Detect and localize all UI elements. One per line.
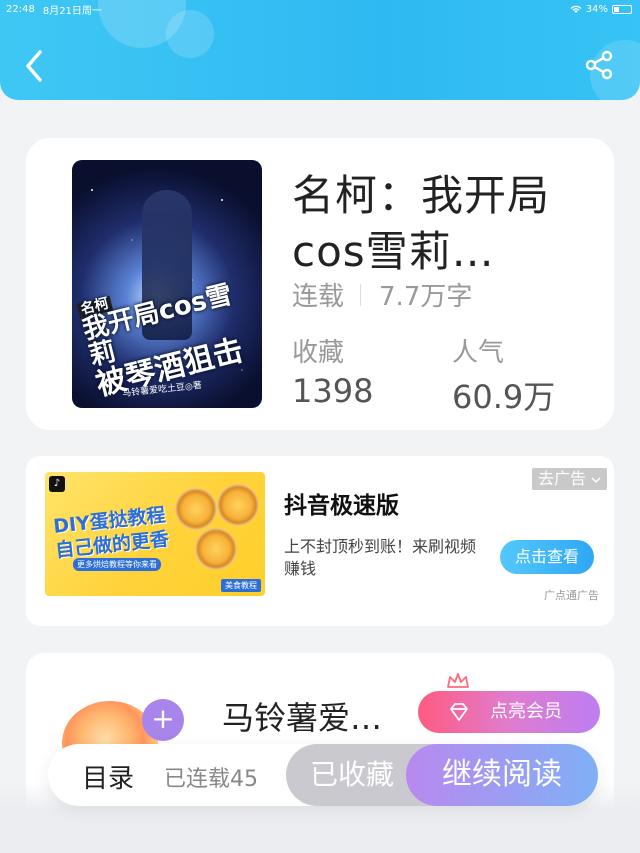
ad-title: 抖音极速版 xyxy=(284,493,399,519)
diamond-icon xyxy=(450,703,468,721)
ad-description: 上不封顶秒到账！来刷视频赚钱 xyxy=(284,537,477,578)
divider xyxy=(360,283,362,306)
back-button[interactable] xyxy=(18,46,50,86)
ad-card[interactable]: ♪ DIY蛋挞教程 自己做的更香 更多烘焙教程等你来看 美食教程 抖音极速版 上… xyxy=(26,456,614,626)
bottom-action-bar: 目录 已连载45 已收藏 继续阅读 xyxy=(48,744,598,806)
ad-view-button[interactable]: 点击查看 xyxy=(500,540,594,574)
favorites-label: 收藏 xyxy=(292,338,345,368)
ad-image-sub: 更多烘焙教程等你来看 xyxy=(73,558,161,571)
wifi-icon xyxy=(570,5,582,13)
vip-button-label: 点亮会员 xyxy=(490,701,562,722)
battery-percent: 34% xyxy=(585,3,608,15)
vip-button[interactable]: 点亮会员 xyxy=(418,691,600,733)
battery-icon xyxy=(612,4,632,14)
crown-icon xyxy=(447,673,469,688)
popularity-label: 人气 xyxy=(452,338,505,368)
chevron-left-icon xyxy=(26,50,42,82)
share-button[interactable] xyxy=(582,48,616,82)
tiktok-logo-icon: ♪ xyxy=(49,476,65,492)
remove-ad-label: 去广告 xyxy=(538,469,587,488)
continue-reading-button[interactable]: 继续阅读 xyxy=(406,744,598,806)
ad-image-tag: 美食教程 xyxy=(221,579,261,592)
status-date: 8月21日周一 xyxy=(42,5,102,17)
book-info-card: 名柯 我开局cos雪莉 被琴酒狙击 马铃薯爱吃土豆◎著 名柯：我开局cos雪莉…… xyxy=(26,138,614,430)
ad-image[interactable]: ♪ DIY蛋挞教程 自己做的更香 更多烘焙教程等你来看 美食教程 xyxy=(45,472,265,596)
status-bar: 22:48 8月21日周一 34% xyxy=(6,2,632,17)
book-title: 名柯：我开局cos雪莉… xyxy=(292,171,551,276)
table-of-contents-button[interactable]: 目录 xyxy=(82,758,134,795)
chevron-down-icon xyxy=(591,477,601,484)
share-icon xyxy=(585,50,613,80)
book-status: 连载 xyxy=(292,282,345,312)
serial-progress[interactable]: 已连载45 xyxy=(164,761,286,793)
book-cover[interactable]: 名柯 我开局cos雪莉 被琴酒狙击 马铃薯爱吃土豆◎著 xyxy=(72,160,262,408)
follow-author-button[interactable]: + xyxy=(142,699,184,741)
top-header: 22:48 8月21日周一 34% xyxy=(0,0,640,100)
book-meta: 连载 7.7万字 xyxy=(292,276,472,313)
status-right: 34% xyxy=(570,4,632,15)
word-count: 7.7万字 xyxy=(379,282,473,312)
author-name: 马铃薯爱… xyxy=(222,699,383,737)
ad-source: 广点通广告 xyxy=(544,589,599,602)
popularity-value: 60.9万 xyxy=(452,378,556,416)
remove-ad-button[interactable]: 去广告 xyxy=(532,468,608,490)
egg-tart-image xyxy=(173,484,261,580)
favorites-value: 1398 xyxy=(292,372,374,410)
status-time: 22:48 xyxy=(6,3,35,15)
decor-bubble xyxy=(166,10,214,58)
